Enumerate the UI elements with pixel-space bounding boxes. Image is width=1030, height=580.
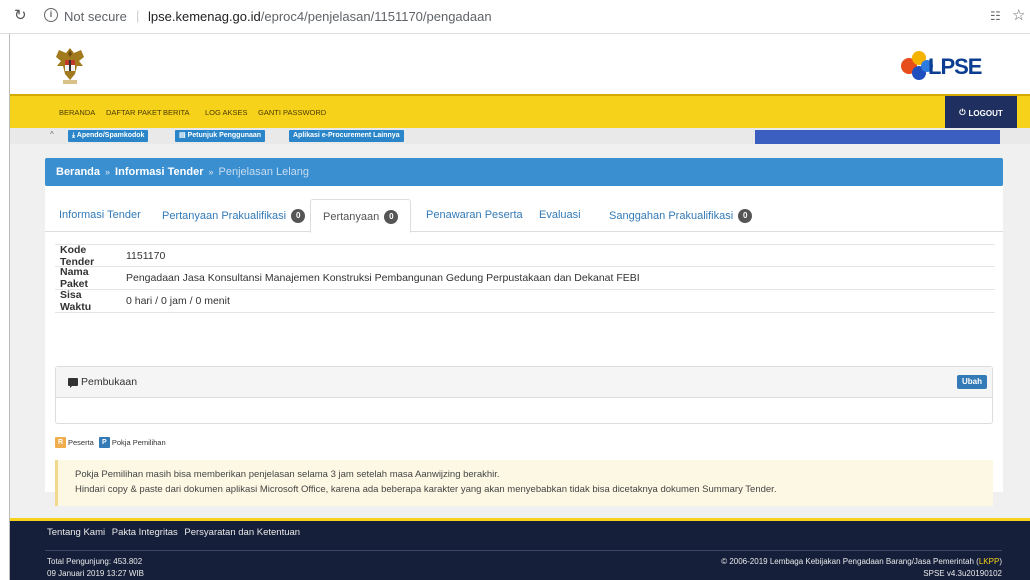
tab-label: Pertanyaan Prakualifikasi: [162, 210, 287, 222]
tab-bar: Informasi Tender Pertanyaan Prakualifika…: [45, 199, 1003, 233]
not-secure-label[interactable]: Not secure: [64, 9, 127, 24]
copyright-text: © 2006-2019 Lembaga Kebijakan Pengadaan …: [721, 557, 979, 566]
pembukaan-title: Pembukaan: [81, 376, 138, 388]
collapse-caret-icon[interactable]: ^: [50, 130, 54, 139]
copyright-line: © 2006-2019 Lembaga Kebijakan Pengadaan …: [721, 556, 1002, 568]
ubah-button[interactable]: Ubah: [957, 375, 987, 389]
tab-evaluasi[interactable]: Evaluasi: [539, 199, 581, 232]
breadcrumb: Beranda » Informasi Tender » Penjelasan …: [45, 158, 1003, 186]
sub-toolbar: ^ ⤓ Apendo/Spamkodok ▤ Petunjuk Pengguna…: [10, 128, 1030, 144]
aplikasi-eproc-button[interactable]: Aplikasi e-Procurement Lainnya: [289, 130, 404, 142]
tab-label: Pertanyaan: [323, 211, 380, 223]
nama-paket-label: Nama Paket: [60, 266, 89, 290]
legend: R Peserta P Pokja Pemilihan: [55, 437, 166, 448]
book-icon: ▤: [179, 132, 188, 139]
garuda-emblem-icon[interactable]: [53, 44, 87, 86]
tab-label: Penawaran Peserta: [426, 209, 523, 221]
kode-tender-label: Kode Tender: [60, 243, 95, 268]
nama-paket-value: Pengadaan Jasa Konsultansi Manajemen Kon…: [126, 272, 640, 284]
info-icon[interactable]: i: [44, 8, 58, 22]
footer-links: Tentang Kami Pakta Integritas Persyarata…: [47, 527, 304, 538]
page: LPSE BERANDA DAFTAR PAKET BERITA LOG AKS…: [9, 34, 1030, 580]
breadcrumb-informasi-tender[interactable]: Informasi Tender: [115, 166, 203, 178]
table-row: Nama Paket Pengadaan Jasa Konsultansi Ma…: [55, 266, 995, 290]
tab-informasi-tender[interactable]: Informasi Tender: [59, 199, 141, 232]
note-line: Hindari copy & paste dari dokumen aplika…: [75, 484, 777, 495]
nav-berita[interactable]: BERITA: [163, 108, 190, 117]
count-badge: 0: [738, 209, 753, 223]
tab-label: Informasi Tender: [59, 209, 141, 221]
reload-icon[interactable]: ↻: [14, 6, 27, 24]
footer-link-pakta-integritas[interactable]: Pakta Integritas: [112, 527, 178, 538]
breadcrumb-home[interactable]: Beranda: [56, 166, 100, 178]
nav-ganti-password[interactable]: GANTI PASSWORD: [258, 108, 326, 117]
total-visitors: Total Pengunjung: 453.802: [47, 557, 143, 566]
peserta-legend-label: Peserta: [68, 438, 94, 447]
copyright: © 2006-2019 Lembaga Kebijakan Pengadaan …: [721, 556, 1002, 580]
breadcrumb-separator: »: [105, 167, 111, 177]
url-separator: |: [136, 8, 140, 23]
main-nav: BERANDA DAFTAR PAKET BERITA LOG AKSES GA…: [10, 94, 1030, 130]
footer-divider: [45, 550, 1002, 551]
site-header: LPSE: [10, 34, 1030, 94]
breadcrumb-current: Penjelasan Lelang: [218, 166, 310, 178]
tab-label: Evaluasi: [539, 209, 581, 221]
url-path: /eproc4/penjelasan/1151170/pengadaan: [260, 9, 492, 24]
sisa-waktu-label: Sisa Waktu: [60, 289, 92, 313]
lpse-logo-text: LPSE: [928, 54, 982, 79]
tab-pertanyaan-prakualifikasi[interactable]: Pertanyaan Prakualifikasi 0: [162, 199, 306, 232]
breadcrumb-separator: »: [208, 167, 214, 177]
pokja-legend-badge: P: [98, 437, 110, 448]
logout-button[interactable]: ⏻ LOGOUT: [945, 96, 1017, 130]
tab-sanggahan-prakualifikasi[interactable]: Sanggahan Prakualifikasi 0: [609, 199, 753, 232]
table-row: Sisa Waktu 0 hari / 0 jam / 0 menit: [55, 289, 995, 313]
browser-toolbar: ↻ i Not secure | lpse.kemenag.go.id/epro…: [0, 0, 1030, 34]
footer-link-persyaratan[interactable]: Persyaratan dan Ketentuan: [184, 527, 300, 538]
apendo-button[interactable]: ⤓ Apendo/Spamkodok: [68, 130, 149, 142]
sisa-waktu-value: 0 hari / 0 jam / 0 menit: [126, 295, 230, 307]
site-footer: Tentang Kami Pakta Integritas Persyarata…: [10, 518, 1030, 580]
pembukaan-header: Pembukaan Ubah: [56, 367, 992, 398]
nav-daftar-paket[interactable]: DAFTAR PAKET: [106, 108, 162, 117]
spse-version: SPSE v4.3u20190102: [923, 569, 1002, 578]
kode-tender-value: 1151170: [126, 249, 166, 262]
warning-note: Pokja Pemilihan masih bisa memberikan pe…: [55, 460, 993, 506]
address-bar[interactable]: lpse.kemenag.go.id/eproc4/penjelasan/115…: [148, 9, 492, 24]
count-badge: 0: [291, 209, 306, 223]
petunjuk-button[interactable]: ▤ Petunjuk Penggunaan: [175, 130, 266, 142]
nav-beranda[interactable]: BERANDA: [59, 108, 95, 117]
power-icon: ⏻: [959, 108, 966, 117]
peserta-legend-badge: R: [55, 437, 66, 448]
pokja-legend-label: Pokja Pemilihan: [111, 438, 166, 447]
nav-log-akses[interactable]: LOG AKSES: [205, 108, 248, 117]
content-panel: Informasi Tender Pertanyaan Prakualifika…: [45, 186, 1003, 506]
tab-label: Sanggahan Prakualifikasi: [609, 210, 734, 222]
copyright-close: ): [999, 557, 1002, 566]
subbar-right-block: [755, 130, 1000, 144]
footer-link-tentang-kami[interactable]: Tentang Kami: [47, 527, 105, 538]
apendo-label: Apendo/Spamkodok: [76, 132, 145, 139]
visit-info: Total Pengunjung: 453.802 09 Januari 201…: [47, 556, 144, 580]
count-badge: 0: [384, 210, 399, 224]
translate-icon[interactable]: ☷: [990, 9, 1001, 23]
tender-info-table: Kode Tender 1151170 Nama Paket Pengadaan…: [55, 244, 995, 313]
url-host: lpse.kemenag.go.id: [148, 9, 261, 24]
tab-pertanyaan[interactable]: Pertanyaan 0: [310, 199, 412, 233]
note-line: Pokja Pemilihan masih bisa memberikan pe…: [75, 469, 500, 480]
table-row: Kode Tender 1151170: [55, 243, 995, 268]
comment-icon: [68, 378, 78, 388]
pembukaan-box: Pembukaan Ubah: [55, 366, 993, 424]
petunjuk-label: Petunjuk Penggunaan: [187, 132, 262, 139]
logout-label: LOGOUT: [968, 108, 1003, 118]
bookmark-star-icon[interactable]: ☆: [1012, 6, 1025, 24]
current-datetime: 09 Januari 2019 13:27 WIB: [47, 569, 144, 578]
lkpp-link[interactable]: LKPP: [979, 557, 999, 566]
tab-penawaran-peserta[interactable]: Penawaran Peserta: [426, 199, 523, 232]
